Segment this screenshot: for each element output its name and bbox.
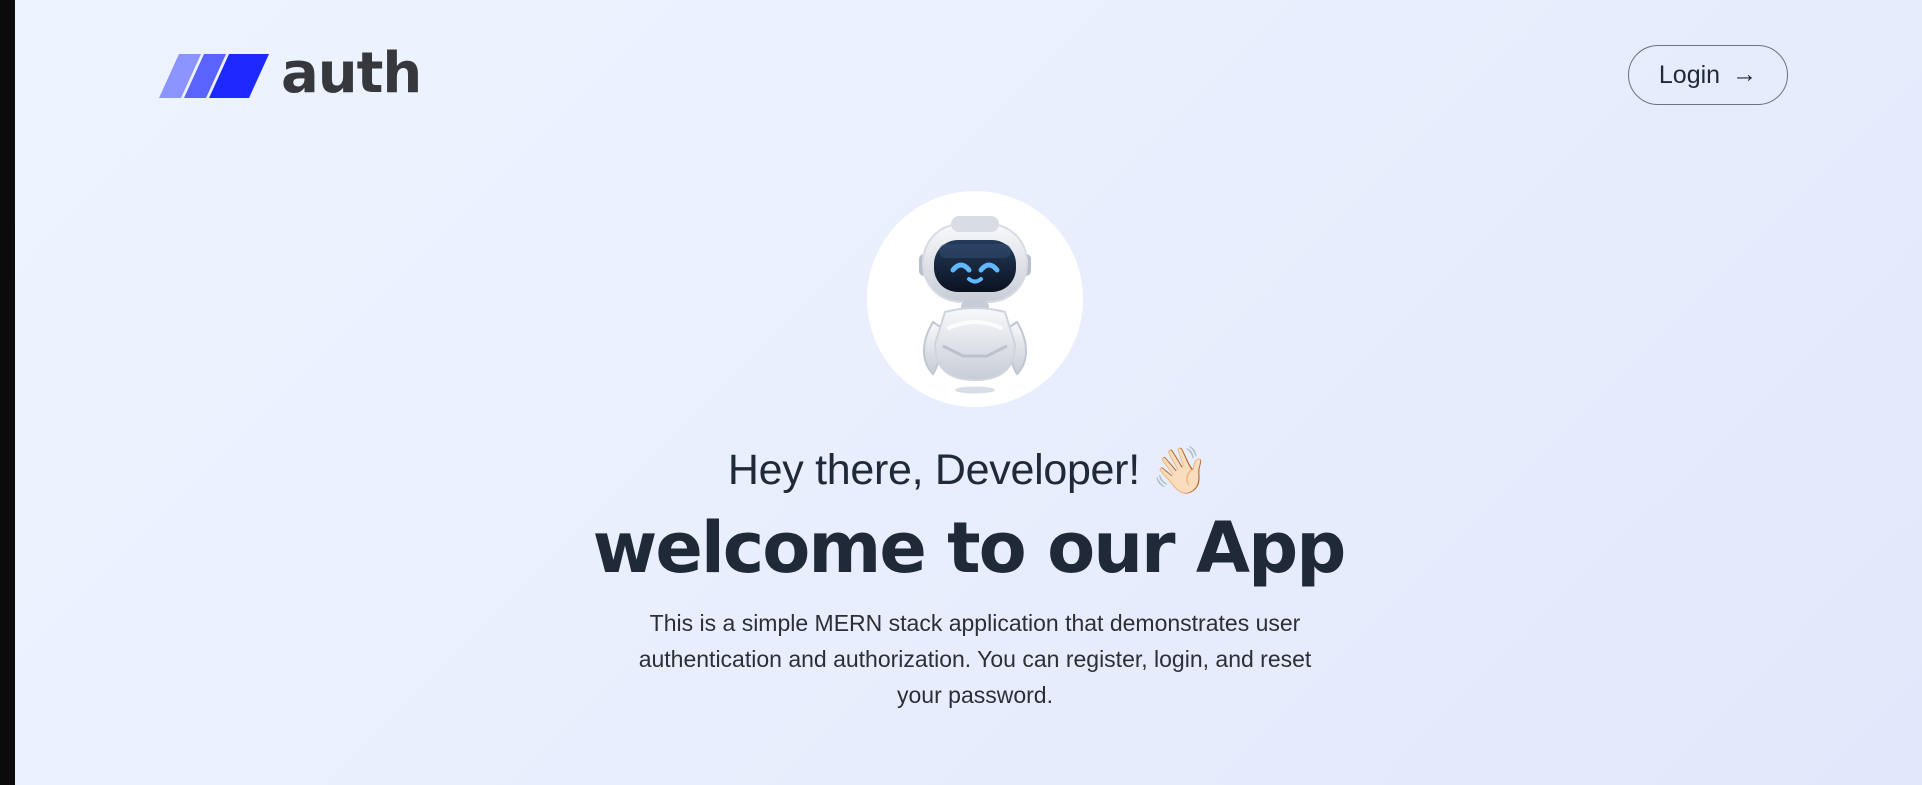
auth-logo[interactable]: auth bbox=[159, 46, 422, 102]
site-header: auth Login → bbox=[15, 0, 1922, 150]
robot-avatar bbox=[867, 191, 1083, 407]
logo-text: auth bbox=[281, 41, 422, 106]
window-edge bbox=[0, 0, 15, 785]
login-button[interactable]: Login → bbox=[1628, 45, 1788, 105]
robot-icon bbox=[919, 216, 1031, 394]
page-title: welcome to our App bbox=[592, 507, 1347, 589]
app-description: This is a simple MERN stack application … bbox=[638, 610, 1312, 708]
arrow-right-icon: → bbox=[1732, 59, 1758, 88]
logo-mark-icon bbox=[159, 54, 269, 98]
login-label: Login bbox=[1658, 60, 1721, 89]
greeting-label: Hey there, Developer! bbox=[727, 446, 1140, 494]
greeting-text: Hey there, Developer! 👋🏻 bbox=[15, 440, 1922, 500]
landing-page: auth Login → Hey there, Developer! 👋🏻 we… bbox=[15, 0, 1922, 785]
wave-icon: 👋🏻 bbox=[1151, 444, 1210, 496]
